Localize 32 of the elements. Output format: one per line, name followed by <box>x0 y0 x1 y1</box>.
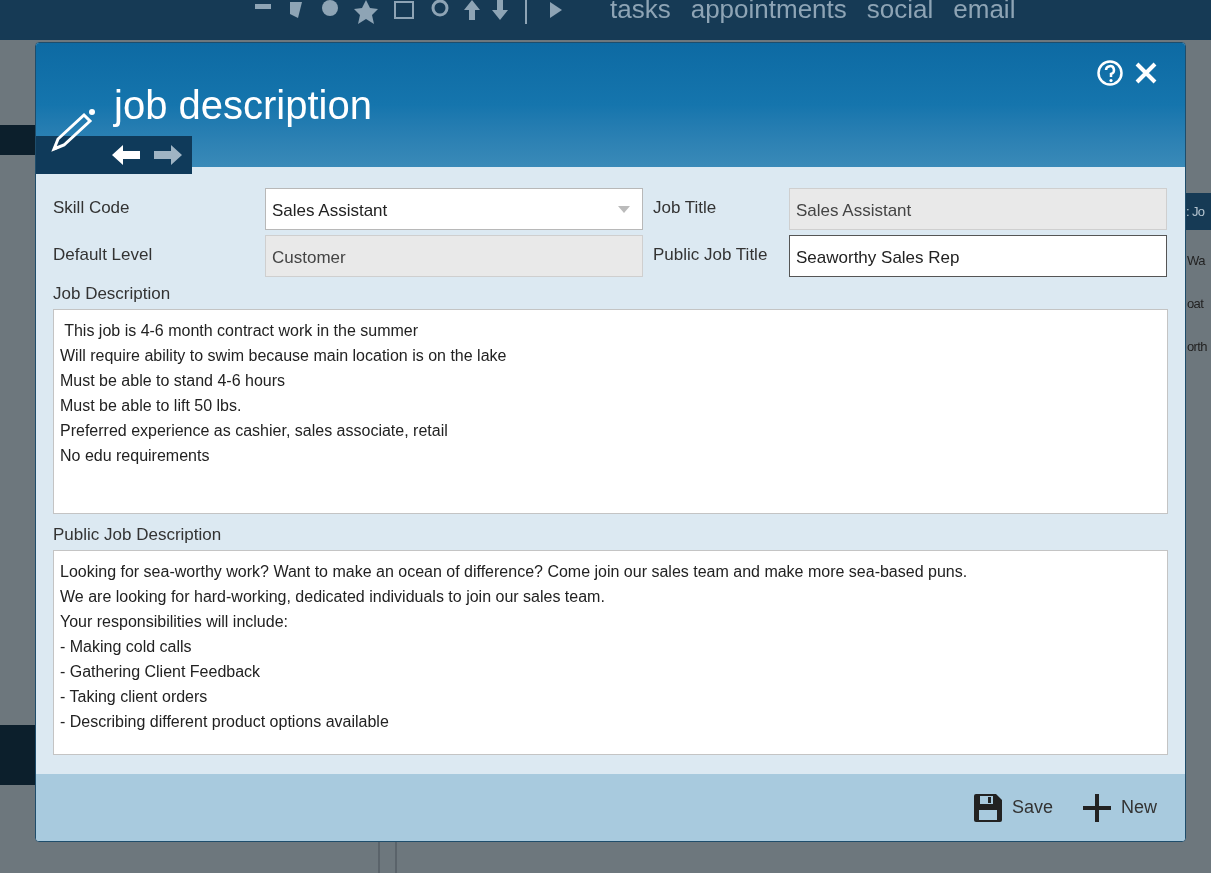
section-label: Job Description <box>53 283 172 306</box>
menu-link[interactable]: tasks <box>610 0 671 22</box>
field-label: Public Job Title <box>653 244 769 267</box>
menu-link[interactable]: appointments <box>690 0 847 22</box>
back-arrow-icon[interactable] <box>112 145 140 165</box>
dialog-title: job description <box>114 85 372 125</box>
close-icon[interactable] <box>1134 61 1158 85</box>
save-button[interactable]: Save <box>973 793 1053 822</box>
section-label: Public Job Description <box>53 524 223 547</box>
background-bar <box>0 725 35 785</box>
help-icon[interactable] <box>1096 59 1124 87</box>
table-cell: orth <box>1187 339 1207 354</box>
dropdown[interactable]: Sales Assistant <box>265 188 643 231</box>
text-area[interactable]: Looking for sea-worthy work? Want to make an ocean of difference? Come join our sales team and make more sea-based puns. We are looking for hard-working, dedicated individuals to join our sales team. Your responsibilities will include: - Making cold calls - Gathering Client Feedback - Taking client orders - Describing different product options available <box>53 550 1168 756</box>
input-field: Customer <box>265 235 643 278</box>
panel-header: : Jo <box>1186 202 1205 221</box>
plus-icon <box>1083 793 1111 822</box>
forward-arrow-icon[interactable] <box>154 145 182 165</box>
background-bar <box>0 125 35 155</box>
menu-link[interactable]: social <box>866 0 934 22</box>
table-cell: Wa <box>1187 253 1205 268</box>
table-cell: oat <box>1187 296 1204 311</box>
input-field: Sales Assistant <box>789 188 1167 231</box>
new-button[interactable]: New <box>1083 793 1157 822</box>
text-area[interactable]: This job is 4-6 month contract work in the summer Will require ability to swim because main location is on the lake Must be able to stand 4-6 hours Must be able to lift 50 lbs. Preferred experience as cashier, sales associate, retail No edu requirements <box>53 309 1168 515</box>
caret-icon <box>618 206 630 213</box>
menu-link[interactable]: email <box>953 0 1016 22</box>
field-label: Job Title <box>653 197 718 220</box>
field-label: Default Level <box>53 244 154 267</box>
field-label: Skill Code <box>53 197 131 220</box>
input-field[interactable]: Seaworthy Sales Rep <box>789 235 1167 278</box>
pencil-icon <box>48 107 98 153</box>
